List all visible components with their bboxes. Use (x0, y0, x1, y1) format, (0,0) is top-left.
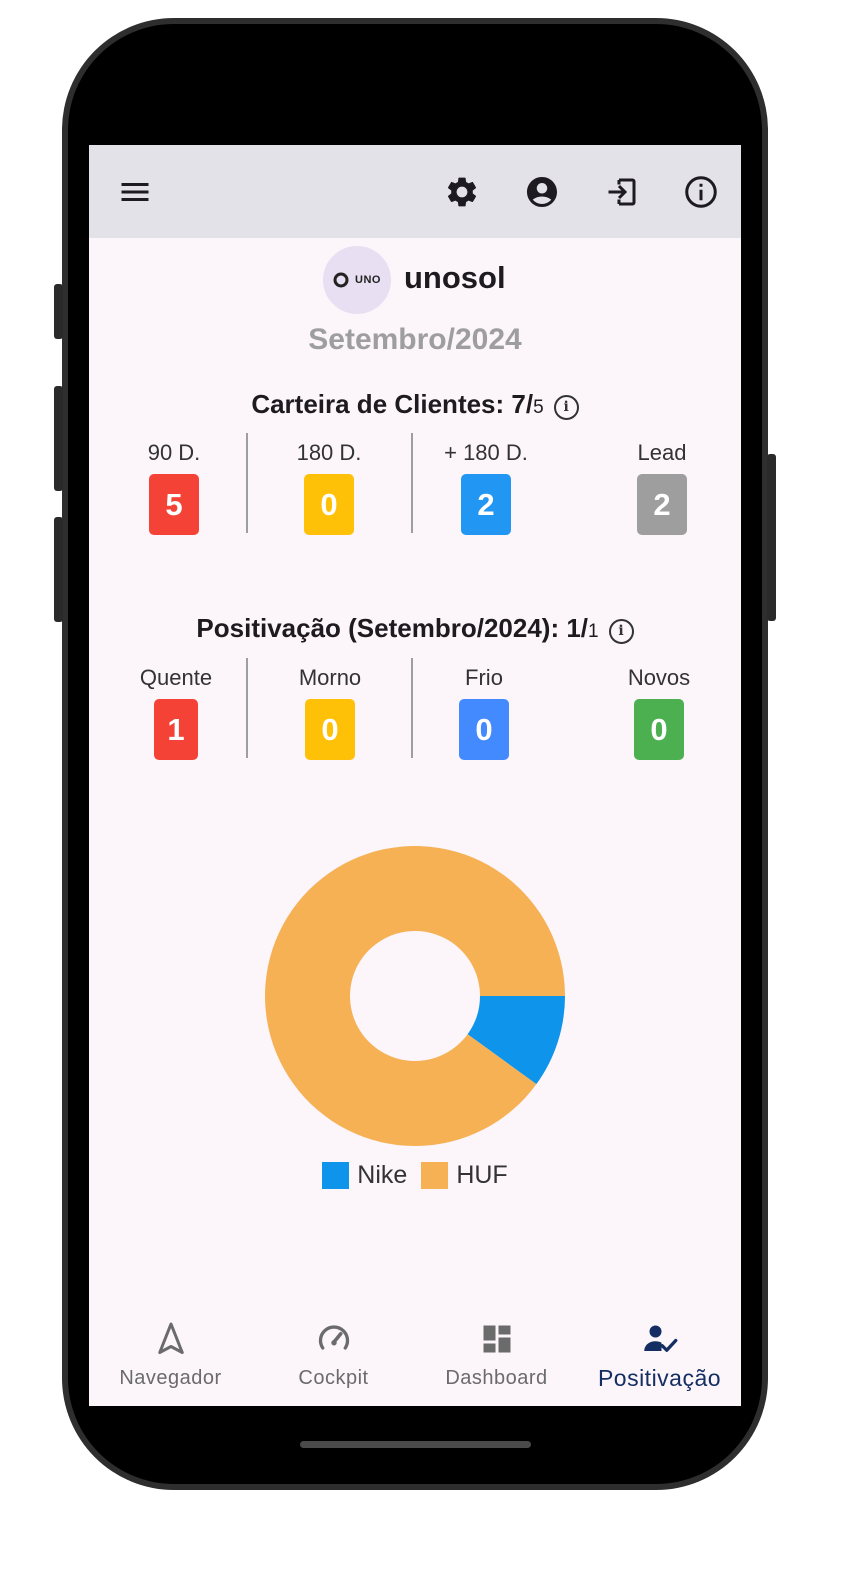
donut-slice-huf[interactable] (264, 846, 565, 1146)
nav-item-cockpit[interactable]: Cockpit (252, 1305, 415, 1406)
stat-label: + 180 D. (444, 440, 528, 465)
positivacao-title-main: Positivação (Setembro/2024): 1/ (196, 613, 589, 643)
app-screen: UNO unosol Setembro/2024 Carteira de Cli… (89, 145, 741, 1406)
nav-item-dashboard[interactable]: Dashboard (415, 1305, 578, 1406)
chart-legend: Nike HUF (89, 1161, 741, 1190)
positivacao-info-icon[interactable]: i (608, 619, 634, 644)
divider (246, 433, 248, 533)
gear-icon[interactable] (442, 172, 482, 212)
carteira-info-icon[interactable]: i (553, 395, 579, 420)
stat-value: 2 (461, 474, 511, 535)
stat-label: Frio (465, 665, 503, 690)
legend-label: Nike (357, 1161, 408, 1189)
nav-label: Cockpit (298, 1367, 369, 1389)
bottom-navigation: Navegador Cockpit Dashboard Positivação (89, 1305, 741, 1406)
stat-label: 180 D. (296, 440, 362, 465)
carteira-title-main: Carteira de Clientes: 7/ (251, 389, 534, 419)
account-icon[interactable] (522, 172, 562, 212)
brand-name: unosol (404, 260, 506, 295)
info-icon[interactable] (681, 172, 721, 212)
volume-down-button (54, 517, 63, 622)
legend-swatch (421, 1162, 449, 1189)
logo-text: UNO (355, 274, 381, 286)
positivacao-title: Positivação (Setembro/2024): 1/ 1 i (89, 613, 741, 646)
stat-frio[interactable]: Frio 0 (424, 665, 544, 760)
person-check-icon (578, 1321, 741, 1361)
brand-header: UNO unosol (89, 246, 741, 314)
legend-label: HUF (456, 1161, 508, 1189)
stat-90-dias[interactable]: 90 D. 5 (114, 440, 234, 535)
stat-value: 0 (305, 699, 355, 760)
stat-label: 90 D. (147, 440, 201, 465)
nav-item-navegador[interactable]: Navegador (89, 1305, 252, 1406)
legend-item-nike: Nike (322, 1161, 407, 1190)
stat-quente[interactable]: Quente 1 (116, 665, 236, 760)
stat-label: Lead (637, 440, 687, 465)
stat-value: 0 (459, 699, 509, 760)
nav-label: Dashboard (445, 1367, 548, 1389)
stat-label: Quente (139, 665, 213, 690)
stat-value: 0 (304, 474, 354, 535)
home-indicator (300, 1441, 531, 1448)
legend-swatch (322, 1162, 350, 1189)
brand-donut-chart (264, 846, 565, 1146)
current-month: Setembro/2024 (308, 323, 522, 356)
positivacao-title-total: 1 (588, 621, 599, 642)
stat-value: 1 (154, 699, 198, 760)
logout-icon[interactable] (602, 172, 642, 212)
company-logo: UNO (323, 246, 391, 314)
carteira-title-total: 5 (533, 397, 544, 418)
legend-item-huf: HUF (421, 1161, 508, 1190)
stat-morno[interactable]: Morno 0 (270, 665, 390, 760)
dashboard-icon (415, 1321, 578, 1361)
speedometer-icon (252, 1321, 415, 1361)
power-button (767, 454, 776, 621)
menu-icon[interactable] (115, 172, 155, 212)
stat-value: 5 (149, 474, 199, 535)
stat-label: Novos (627, 665, 691, 690)
volume-up-button (54, 386, 63, 491)
stat-180-dias[interactable]: 180 D. 0 (269, 440, 389, 535)
divider (411, 433, 413, 533)
stat-lead[interactable]: Lead 2 (602, 440, 722, 535)
logo-swirl-icon (333, 272, 349, 288)
navigation-icon (89, 1321, 252, 1361)
stat-label: Morno (298, 665, 362, 690)
stat-mais-180-dias[interactable]: + 180 D. 2 (426, 440, 546, 535)
top-app-bar (89, 145, 741, 238)
nav-label: Positivação (597, 1365, 722, 1391)
carteira-title: Carteira de Clientes: 7/ 5 i (89, 389, 741, 422)
mute-switch (54, 284, 63, 339)
stat-value: 2 (637, 474, 687, 535)
nav-label: Navegador (119, 1367, 222, 1389)
stat-novos[interactable]: Novos 0 (599, 665, 719, 760)
divider (246, 658, 248, 758)
divider (411, 658, 413, 758)
nav-item-positivacao[interactable]: Positivação (578, 1305, 741, 1406)
stat-value: 0 (634, 699, 684, 760)
